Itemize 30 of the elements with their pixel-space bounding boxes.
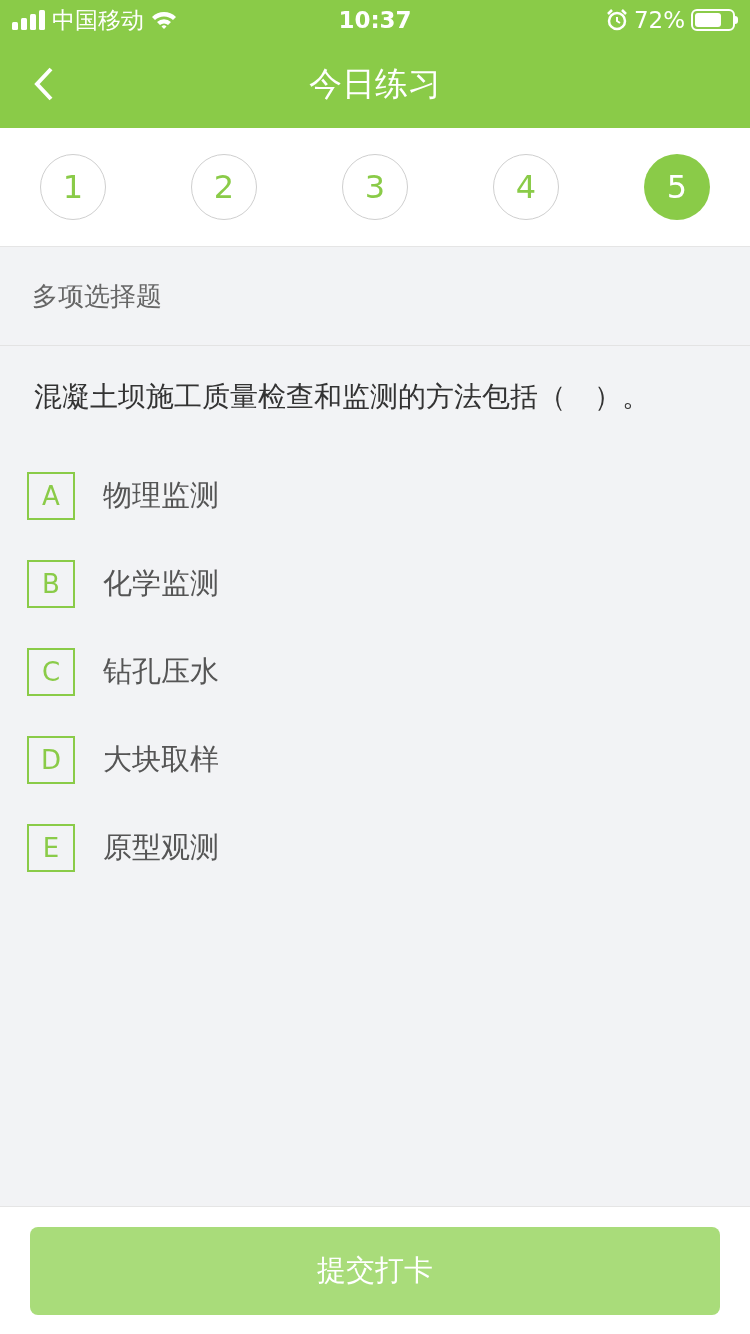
battery-icon [691, 9, 738, 31]
answer-option[interactable]: B 化学监测 [27, 560, 723, 608]
question-number-tab[interactable]: 2 [191, 154, 257, 220]
option-text: 大块取样 [103, 741, 219, 779]
battery-percent: 72% [633, 5, 685, 35]
option-letter: D [27, 736, 75, 784]
page-title: 今日练习 [309, 63, 441, 106]
option-letter: C [27, 648, 75, 696]
wifi-icon [150, 10, 178, 30]
option-letter: A [27, 472, 75, 520]
signal-icon [12, 10, 46, 30]
option-text: 原型观测 [103, 829, 219, 867]
question-text: 混凝土坝施工质量检查和监测的方法包括（ ）。 [33, 379, 651, 415]
answer-option[interactable]: E 原型观测 [27, 824, 723, 872]
question-number-tab[interactable]: 5 [644, 154, 710, 220]
question-number-tab[interactable]: 1 [40, 154, 106, 220]
option-text: 钻孔压水 [103, 653, 219, 691]
status-time: 10:37 [338, 5, 412, 35]
question-type: 多项选择题 [32, 279, 162, 313]
answer-option[interactable]: C 钻孔压水 [27, 648, 723, 696]
option-letter: B [27, 560, 75, 608]
option-letter: E [27, 824, 75, 872]
question-number-tab[interactable]: 4 [493, 154, 559, 220]
answer-option[interactable]: D 大块取样 [27, 736, 723, 784]
alarm-clock-icon [605, 9, 628, 31]
question-number-tab[interactable]: 3 [342, 154, 408, 220]
answer-option[interactable]: A 物理监测 [27, 472, 723, 520]
option-text: 物理监测 [103, 477, 219, 515]
option-text: 化学监测 [103, 565, 219, 603]
carrier-name: 中国移动 [52, 5, 144, 35]
